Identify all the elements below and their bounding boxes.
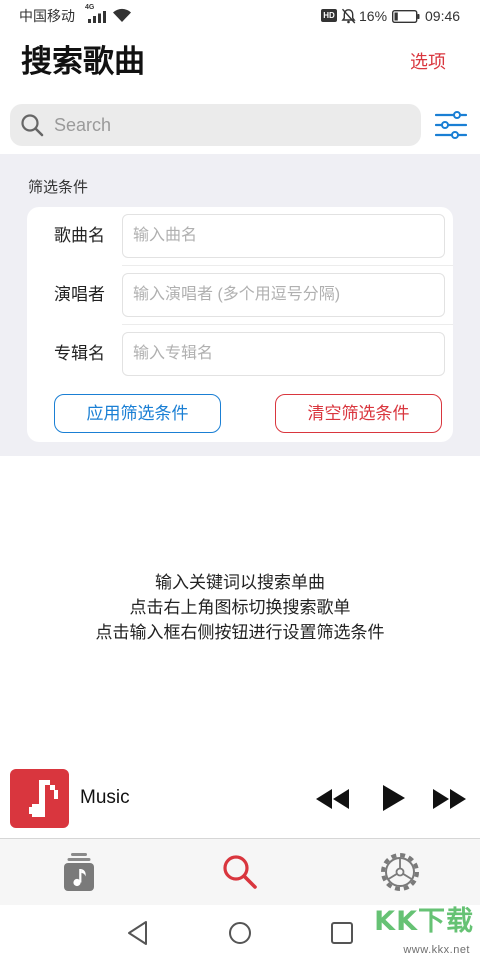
recents-icon[interactable]: [330, 921, 354, 945]
back-icon[interactable]: [127, 920, 149, 946]
album-field[interactable]: [122, 332, 445, 376]
song-name-label: 歌曲名: [54, 226, 105, 245]
search-bar[interactable]: [10, 104, 421, 146]
search-icon: [223, 855, 257, 889]
singer-label: 演唱者: [54, 285, 105, 304]
filter-sliders-icon[interactable]: [435, 111, 467, 139]
next-icon[interactable]: [433, 789, 467, 809]
singer-field[interactable]: [122, 273, 445, 317]
tab-library[interactable]: [0, 839, 160, 905]
filter-panel: 筛选条件 歌曲名 演唱者 专辑名 应用筛选条件 清空筛选条件: [0, 154, 480, 456]
carrier-name: 中国移动: [19, 8, 75, 24]
tab-bar: [0, 839, 480, 905]
battery-icon: [392, 10, 420, 23]
tab-settings[interactable]: [320, 839, 480, 905]
apply-filters-button[interactable]: 应用筛选条件: [54, 394, 221, 433]
hint-line: 输入关键词以搜索单曲: [155, 573, 325, 592]
battery-percent: 16%: [359, 8, 388, 24]
page-title: 搜索歌曲: [21, 44, 145, 79]
now-playing-title[interactable]: Music: [80, 786, 130, 810]
wifi-icon: [113, 8, 131, 22]
home-icon[interactable]: [228, 921, 252, 945]
watermark-url: www.kkx.net: [403, 944, 470, 956]
signal-icon: [88, 11, 106, 23]
album-label: 专辑名: [54, 344, 105, 363]
row-divider: [122, 265, 453, 266]
battery-fill: [394, 12, 398, 21]
filter-section-title: 筛选条件: [28, 179, 89, 196]
options-button[interactable]: 选项: [410, 51, 446, 73]
music-library-icon: [64, 853, 94, 891]
hd-icon: HD: [321, 9, 337, 22]
row-divider: [122, 324, 453, 325]
status-bar: 中国移动 4G HD 16% 09:46: [0, 0, 480, 32]
settings-gear-icon: [381, 853, 419, 891]
search-input[interactable]: [52, 104, 407, 146]
hint-line: 点击输入框右侧按钮进行设置筛选条件: [95, 623, 385, 642]
hint-line: 点击右上角图标切换搜索歌单: [129, 598, 351, 617]
album-artwork[interactable]: [10, 769, 69, 828]
tab-search[interactable]: [160, 839, 320, 905]
clock: 09:46: [425, 8, 461, 24]
search-icon: [21, 114, 44, 137]
bell-off-icon: [341, 8, 356, 24]
watermark-logo: KK下载: [374, 906, 474, 937]
song-name-field[interactable]: [122, 214, 445, 258]
previous-icon[interactable]: [316, 789, 350, 809]
filter-card: 歌曲名 演唱者 专辑名 应用筛选条件 清空筛选条件: [27, 207, 453, 442]
play-icon[interactable]: [381, 785, 405, 811]
music-note-icon: [29, 780, 58, 817]
clear-filters-button[interactable]: 清空筛选条件: [275, 394, 442, 433]
empty-state-hints: 输入关键词以搜索单曲 点击右上角图标切换搜索歌单 点击输入框右侧按钮进行设置筛选…: [0, 570, 480, 645]
